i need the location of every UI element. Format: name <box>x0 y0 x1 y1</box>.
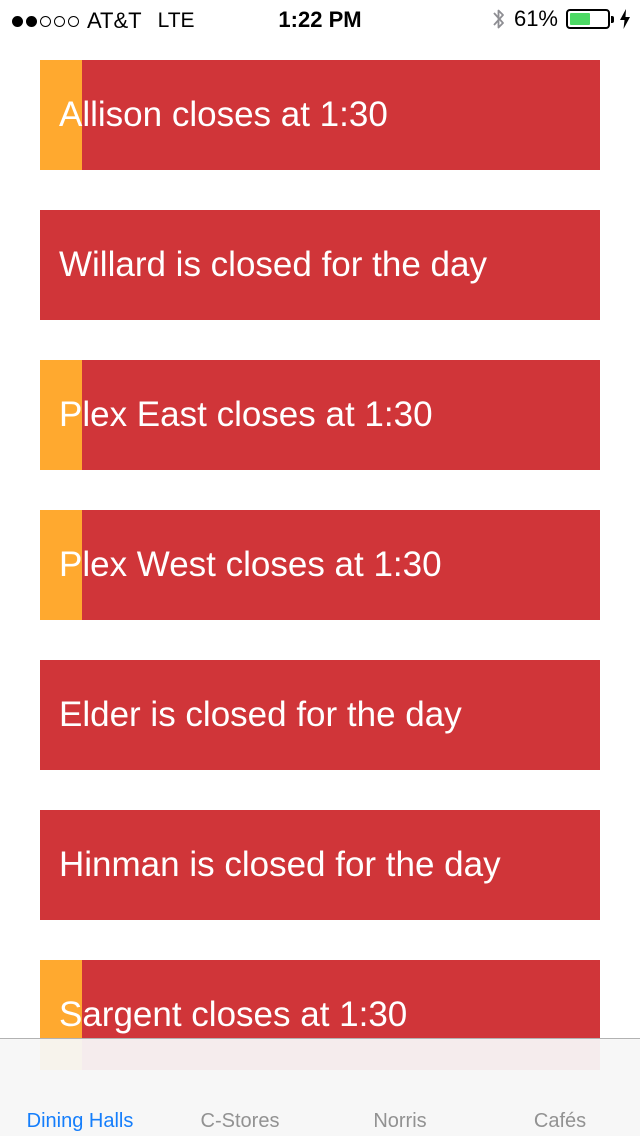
battery-icon <box>566 9 614 29</box>
tab-label: Dining Halls <box>26 1110 134 1132</box>
bluetooth-icon <box>493 9 504 29</box>
dining-hall-list: Allison closes at 1:30 Willard is closed … <box>40 60 600 1110</box>
tab-dining-halls[interactable]: Dining Halls <box>0 1039 160 1136</box>
battery-percent: 61% <box>513 6 558 31</box>
tab-label: Norris <box>373 1110 427 1132</box>
status-bar: AT&T LTE 1:22 PM 61% <box>0 0 640 40</box>
tab-c-stores[interactable]: C-Stores <box>160 1039 320 1136</box>
charging-bolt-icon <box>620 9 630 29</box>
status-right: 61% <box>492 6 630 32</box>
hall-card[interactable]: Elder is closed for the day <box>40 660 600 770</box>
hall-status-text: Willard is closed for the day <box>59 245 487 284</box>
hall-status-text: Allison closes at 1:30 <box>59 95 388 134</box>
tab-label: Cafés <box>533 1110 587 1132</box>
tab-caf-s[interactable]: Cafés <box>480 1039 640 1136</box>
hall-card[interactable]: Willard is closed for the day <box>40 210 600 320</box>
hall-status-text: Plex West closes at 1:30 <box>59 545 442 584</box>
hall-card[interactable]: Hinman is closed for the day <box>40 810 600 920</box>
hall-card[interactable]: Plex East closes at 1:30 <box>40 360 600 470</box>
hall-card[interactable]: Plex West closes at 1:30 <box>40 510 600 620</box>
hall-status-text: Hinman is closed for the day <box>59 845 501 884</box>
app-screen: AT&T LTE 1:22 PM 61% Allison closes at 1… <box>0 0 640 1136</box>
hall-card[interactable]: Allison closes at 1:30 <box>40 60 600 170</box>
tab-bar: Dining Halls C-Stores Norris Cafés <box>0 1038 640 1136</box>
tab-norris[interactable]: Norris <box>320 1039 480 1136</box>
hall-status-text: Elder is closed for the day <box>59 695 462 734</box>
hall-status-text: Plex East closes at 1:30 <box>59 395 433 434</box>
battery-level-fill <box>570 13 591 25</box>
tab-label: C-Stores <box>200 1110 280 1132</box>
